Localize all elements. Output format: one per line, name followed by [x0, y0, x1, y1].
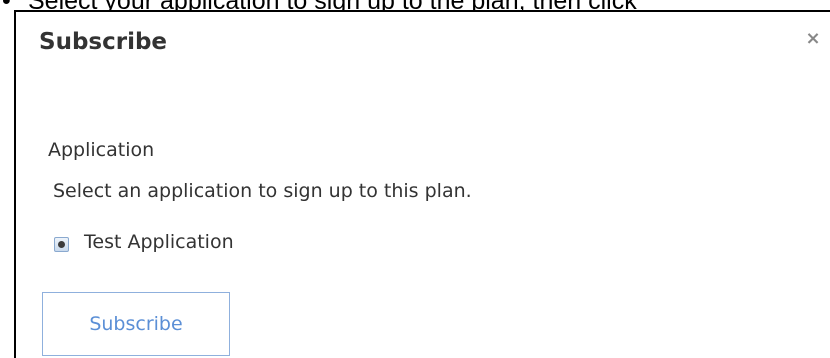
radio-button[interactable] [54, 236, 69, 252]
application-option-label: Test Application [84, 231, 234, 253]
subscribe-dialog: Subscribe × Application Select an applic… [14, 10, 830, 358]
dialog-title: Subscribe [39, 29, 168, 55]
close-icon: × [805, 28, 821, 49]
close-button[interactable]: × [804, 28, 822, 50]
application-section-label: Application [48, 139, 155, 161]
subscribe-button[interactable]: Subscribe [42, 292, 230, 356]
radio-selected-dot [58, 240, 65, 248]
application-option-test-application[interactable]: Test Application [54, 230, 234, 254]
application-help-text: Select an application to sign up to this… [53, 180, 472, 202]
